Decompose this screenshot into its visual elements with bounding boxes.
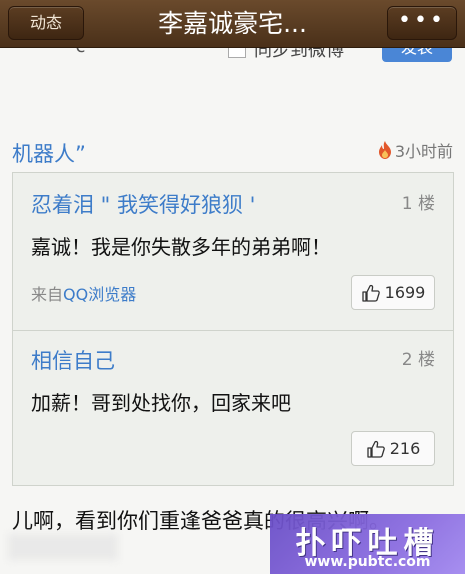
fire-icon xyxy=(378,141,391,159)
top-nav-bar: 动态 李嘉诚豪宅... ••• xyxy=(0,0,465,48)
like-count: 1699 xyxy=(384,283,426,302)
watermark-url: www.pubtc.com xyxy=(304,554,431,570)
comment-item: 忍着泪 " 我笑得好狼狈 ' 1 楼 嘉诚！我是你失散多年的弟弟啊！ 来自QQ浏… xyxy=(13,173,453,330)
sync-weibo-checkbox[interactable] xyxy=(228,48,246,58)
composer-input-partial[interactable]: ’’c xyxy=(64,48,85,57)
comment-source: 来自QQ浏览器 xyxy=(31,281,136,305)
post-author[interactable]: 机器人” xyxy=(12,138,86,168)
sync-weibo-label: 同步到微博 xyxy=(254,48,344,61)
composer-row-cutoff: ’’c 同步到微博 发表 xyxy=(0,48,465,70)
like-button[interactable]: 216 xyxy=(351,431,435,466)
more-options-button[interactable]: ••• xyxy=(387,6,457,40)
thumbs-up-icon xyxy=(367,440,385,458)
source-app-link[interactable]: QQ浏览器 xyxy=(63,285,136,304)
floor-number: 2 楼 xyxy=(401,350,435,370)
floor-number: 1 楼 xyxy=(401,194,435,214)
page-title: 李嘉诚豪宅... xyxy=(158,9,307,38)
like-button[interactable]: 1699 xyxy=(351,275,435,310)
submit-button[interactable]: 发表 xyxy=(382,48,452,62)
source-prefix: 来自 xyxy=(31,285,64,304)
commenter-name[interactable]: 相信自己 xyxy=(31,345,115,375)
commenter-name[interactable]: 忍着泪 " 我笑得好狼狈 ' xyxy=(31,189,255,219)
time-label: 3小时前 xyxy=(394,142,453,161)
comment-text: 嘉诚！我是你失散多年的弟弟啊！ xyxy=(31,235,331,259)
thumbs-up-icon xyxy=(361,284,380,302)
back-button[interactable]: 动态 xyxy=(8,6,84,40)
like-count: 216 xyxy=(389,439,421,458)
comment-list: 忍着泪 " 我笑得好狼狈 ' 1 楼 嘉诚！我是你失散多年的弟弟啊！ 来自QQ浏… xyxy=(12,172,454,486)
comment-text: 加薪！哥到处找你，回家来吧 xyxy=(31,391,291,415)
blurred-area xyxy=(8,534,118,560)
watermark-logo: 扑吓吐槽 www.pubtc.com xyxy=(270,514,465,574)
comment-item: 相信自己 2 楼 加薪！哥到处找你，回家来吧 216 xyxy=(13,331,453,487)
post-time: 3小时前 xyxy=(377,138,453,162)
